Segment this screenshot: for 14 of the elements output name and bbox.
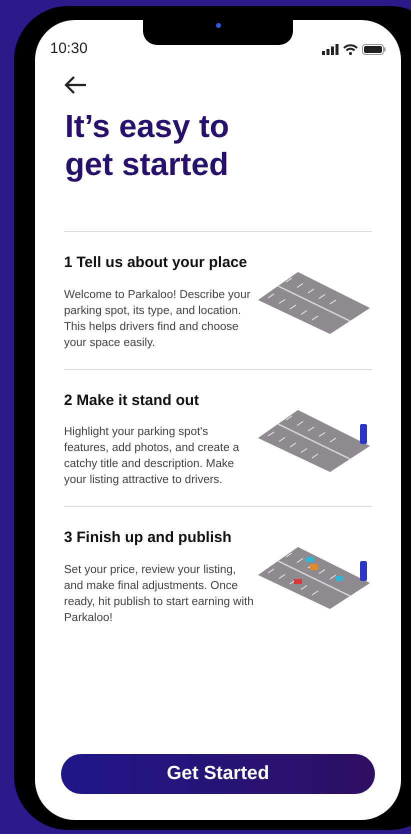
step-title: 2 Make it stand out: [64, 390, 200, 410]
get-started-button[interactable]: Get Started: [61, 754, 375, 794]
step-description: Set your price, review your listing, and make final adjustments. Once ready, hit publish to start earning with Parkaloo!: [64, 562, 255, 626]
page-title: It’s easy to get started: [64, 107, 230, 183]
status-time: 10:30: [50, 38, 88, 59]
wifi-icon: [343, 44, 358, 54]
step-title: 3 Finish up and publish: [64, 528, 232, 548]
step-description: Welcome to Parkaloo! Describe your parking spot, its type, and location. This helps drivers find and choose your space easily.: [64, 288, 252, 350]
step-description: Highlight your parking spot's features, add photos, and create a catchy title and description. Make your listing attractive to drivers.: [64, 425, 240, 488]
battery-icon: [362, 44, 386, 54]
signal-icon: [322, 44, 339, 54]
back-arrow-icon[interactable]: [64, 75, 88, 95]
camera-icon: [216, 23, 220, 28]
step-title: 1 Tell us about your place: [64, 253, 248, 273]
